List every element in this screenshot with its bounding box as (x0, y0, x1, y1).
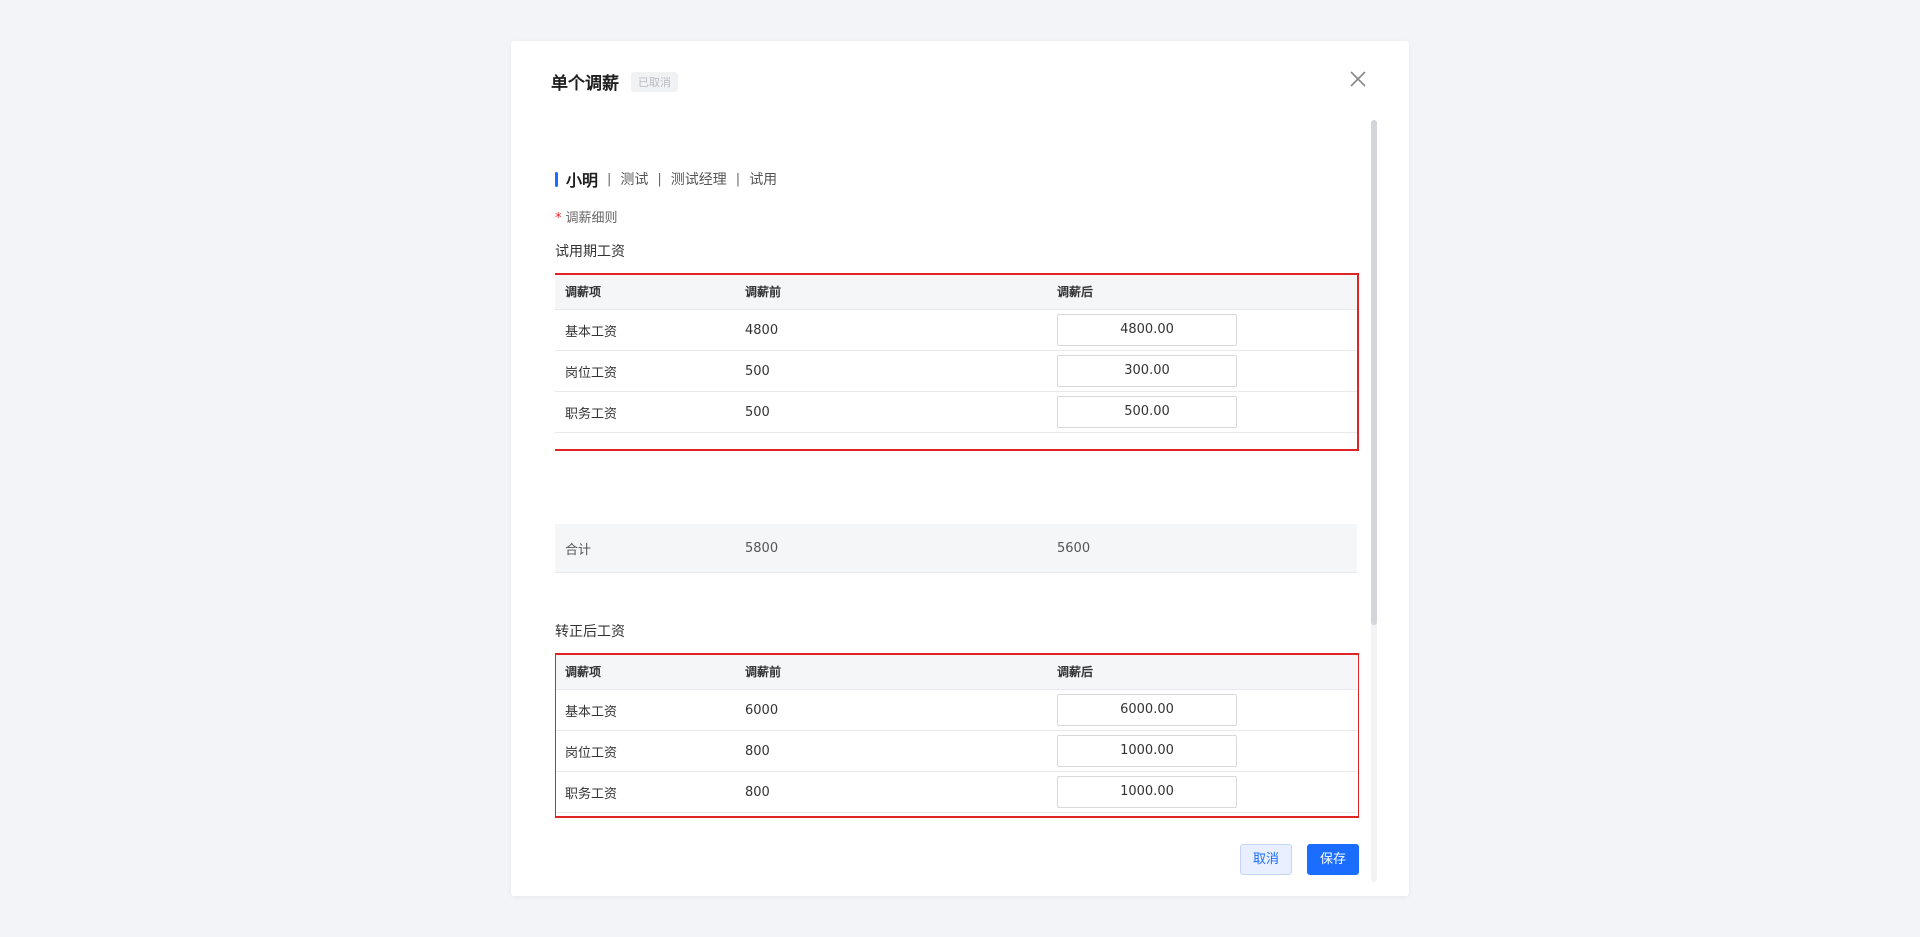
probation-section-title: 试用期工资 (555, 244, 625, 260)
employee-name: 小明 (566, 171, 599, 190)
save-button[interactable]: 保存 (1307, 844, 1359, 875)
separator: | (657, 171, 662, 187)
employee-info: 小明 | 测试 | 测试经理 | 试用 (555, 167, 777, 191)
modal-header: 单个调薪 已取消 (551, 69, 678, 94)
employee-position: 测试经理 (670, 172, 727, 188)
scrollbar-thumb[interactable] (1371, 120, 1377, 625)
rule-label-text: 调薪细则 (565, 211, 618, 226)
close-button[interactable] (1347, 68, 1369, 90)
total-after: 5600 (1057, 540, 1091, 556)
rule-label: * 调薪细则 (555, 207, 618, 226)
modal-body: 小明 | 测试 | 测试经理 | 试用 * 调薪细则 试用期工资 调薪项 调薪前 … (555, 121, 1359, 883)
cancel-button[interactable]: 取消 (1240, 844, 1292, 875)
total-label: 合计 (565, 542, 592, 558)
status-badge: 已取消 (631, 71, 678, 92)
close-icon (1350, 71, 1366, 87)
regular-section-title: 转正后工资 (555, 624, 625, 640)
separator: | (607, 171, 612, 187)
modal-title: 单个调薪 (551, 74, 619, 94)
employee-status: 试用 (749, 172, 778, 188)
total-row: 合计 5800 5600 (555, 524, 1357, 573)
required-mark: * (555, 211, 562, 226)
probation-highlight-box (555, 273, 1359, 451)
salary-adjust-modal: 单个调薪 已取消 小明 | 测试 | 测试经理 | 试用 * 调薪细则 试用期工资… (511, 41, 1409, 896)
scrollbar[interactable] (1371, 120, 1377, 882)
employee-department: 测试 (620, 172, 649, 188)
accent-bar (555, 171, 558, 187)
regular-highlight-box (555, 653, 1359, 818)
separator: | (735, 171, 741, 187)
total-before: 5800 (745, 540, 779, 556)
